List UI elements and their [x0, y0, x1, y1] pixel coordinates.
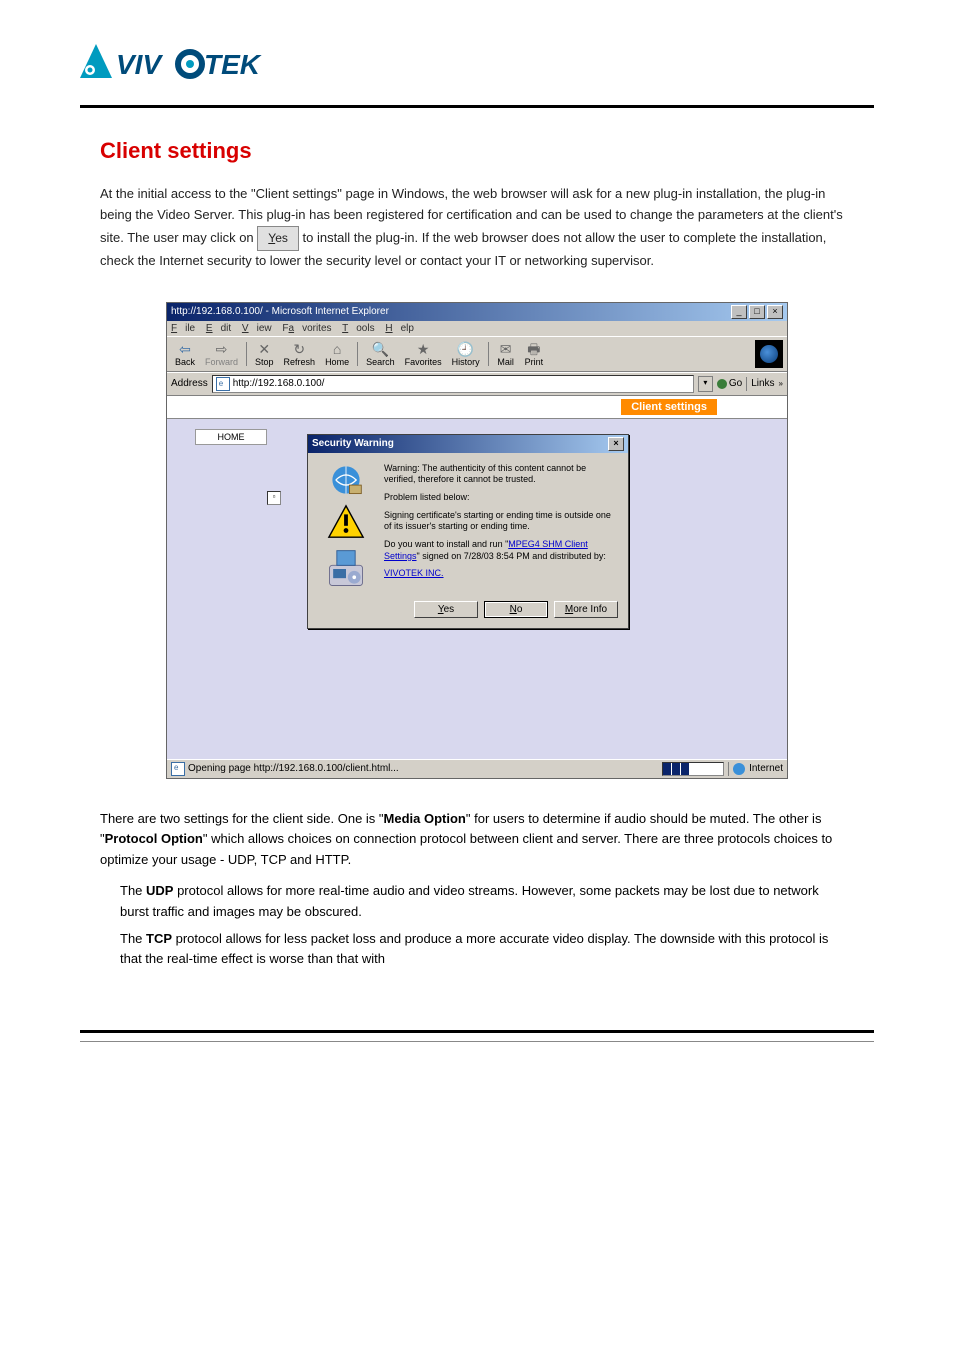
- forward-icon: ⇨: [213, 341, 231, 357]
- stop-button[interactable]: ✕Stop: [255, 341, 274, 367]
- search-icon: 🔍: [371, 341, 389, 357]
- dialog-titlebar: Security Warning ×: [308, 435, 628, 453]
- ie-logo-icon: [755, 340, 783, 368]
- dialog-warning-text: Warning: The authenticity of this conten…: [384, 463, 618, 486]
- history-button[interactable]: 🕘History: [452, 341, 480, 367]
- menu-help[interactable]: Help: [385, 323, 414, 334]
- svg-text:TEK: TEK: [204, 49, 262, 80]
- links-label[interactable]: Links: [751, 378, 774, 389]
- warning-icon: [327, 503, 365, 541]
- placeholder-box: ▫: [267, 491, 281, 505]
- menu-file[interactable]: File: [171, 323, 195, 334]
- forward-button[interactable]: ⇨Forward: [205, 341, 238, 367]
- dialog-moreinfo-button[interactable]: More Info: [554, 601, 618, 618]
- history-icon: 🕘: [457, 341, 475, 357]
- maximize-button[interactable]: □: [749, 305, 765, 319]
- intro-paragraph: At the initial access to the "Client set…: [100, 184, 854, 272]
- dialog-vendor-link[interactable]: VIVOTEK INC.: [384, 568, 444, 578]
- print-button[interactable]: 🖶Print: [525, 341, 544, 367]
- menu-favorites[interactable]: Favorites: [282, 323, 331, 334]
- stop-icon: ✕: [255, 341, 273, 357]
- yes-button-graphic: Yes: [257, 226, 299, 251]
- refresh-icon: ↻: [290, 341, 308, 357]
- search-button[interactable]: 🔍Search: [366, 341, 395, 367]
- dialog-problem-label: Problem listed below:: [384, 492, 618, 504]
- titlebar: http://192.168.0.100/ - Microsoft Intern…: [167, 303, 787, 321]
- dialog-close-button[interactable]: ×: [608, 437, 624, 451]
- menu-view[interactable]: View: [242, 323, 272, 334]
- content-title: Client settings: [621, 399, 717, 415]
- globe-icon: [329, 463, 363, 497]
- back-icon: ⇦: [176, 341, 194, 357]
- status-text: Opening page http://192.168.0.100/client…: [188, 763, 399, 774]
- address-dropdown[interactable]: ▾: [698, 376, 713, 392]
- page-icon: e: [216, 377, 230, 391]
- menubar: File Edit View Favorites Tools Help: [167, 321, 787, 336]
- install-icon: [324, 547, 368, 591]
- go-icon: [717, 379, 727, 389]
- progress-bar: [662, 762, 724, 776]
- divider-bottom: [80, 1030, 874, 1033]
- address-input[interactable]: e http://192.168.0.100/: [212, 375, 694, 393]
- mail-icon: ✉: [497, 341, 515, 357]
- tcp-label: TCP: [146, 931, 172, 946]
- content-topbar: Client settings: [167, 396, 787, 419]
- divider-bottom-thin: [80, 1041, 874, 1042]
- svg-text:VIV: VIV: [116, 49, 163, 80]
- window-title: http://192.168.0.100/ - Microsoft Intern…: [171, 306, 389, 317]
- tcp-paragraph: The TCP protocol allows for less packet …: [120, 929, 834, 971]
- address-label: Address: [171, 378, 208, 389]
- statusbar: e Opening page http://192.168.0.100/clie…: [167, 759, 787, 778]
- protocol-option-label: Protocol Option: [105, 831, 203, 846]
- refresh-button[interactable]: ↻Refresh: [284, 341, 316, 367]
- menu-tools[interactable]: Tools: [342, 323, 374, 334]
- address-value: http://192.168.0.100/: [233, 378, 325, 389]
- star-icon: ★: [414, 341, 432, 357]
- print-icon: 🖶: [525, 341, 543, 357]
- dialog-no-button[interactable]: No: [484, 601, 548, 618]
- media-option-label: Media Option: [384, 811, 466, 826]
- go-button[interactable]: Go: [717, 378, 742, 389]
- favorites-button[interactable]: ★Favorites: [405, 341, 442, 367]
- udp-paragraph: The UDP protocol allows for more real-ti…: [120, 881, 834, 923]
- mail-button[interactable]: ✉Mail: [497, 341, 515, 367]
- security-warning-dialog: Security Warning ×: [307, 434, 629, 629]
- home-link[interactable]: HOME: [195, 429, 267, 445]
- udp-label: UDP: [146, 883, 173, 898]
- toolbar: ⇦Back ⇨Forward ✕Stop ↻Refresh ⌂Home 🔍Sea…: [167, 336, 787, 372]
- dialog-problem-text: Signing certificate's starting or ending…: [384, 510, 618, 533]
- addressbar: Address e http://192.168.0.100/ ▾ Go Lin…: [167, 372, 787, 396]
- browser-window: http://192.168.0.100/ - Microsoft Intern…: [166, 302, 788, 779]
- dialog-title: Security Warning: [312, 438, 394, 449]
- dialog-install-question: Do you want to install and run "MPEG4 SH…: [384, 539, 618, 562]
- minimize-button[interactable]: _: [731, 305, 747, 319]
- zone-text: Internet: [749, 763, 783, 774]
- ie-page-icon: e: [171, 762, 185, 776]
- options-paragraph: There are two settings for the client si…: [100, 809, 854, 871]
- close-button[interactable]: ×: [767, 305, 783, 319]
- divider-top: [80, 105, 874, 108]
- menu-edit[interactable]: Edit: [206, 323, 231, 334]
- content-area: Client settings HOME ▫ Security Warning …: [167, 396, 787, 759]
- home-icon: ⌂: [328, 341, 346, 357]
- globe-small-icon: [733, 763, 745, 775]
- home-button[interactable]: ⌂Home: [325, 341, 349, 367]
- logo: VIV TEK: [80, 40, 874, 95]
- page-heading: Client settings: [100, 138, 874, 164]
- dialog-yes-button[interactable]: Yes: [414, 601, 478, 618]
- back-button[interactable]: ⇦Back: [175, 341, 195, 367]
